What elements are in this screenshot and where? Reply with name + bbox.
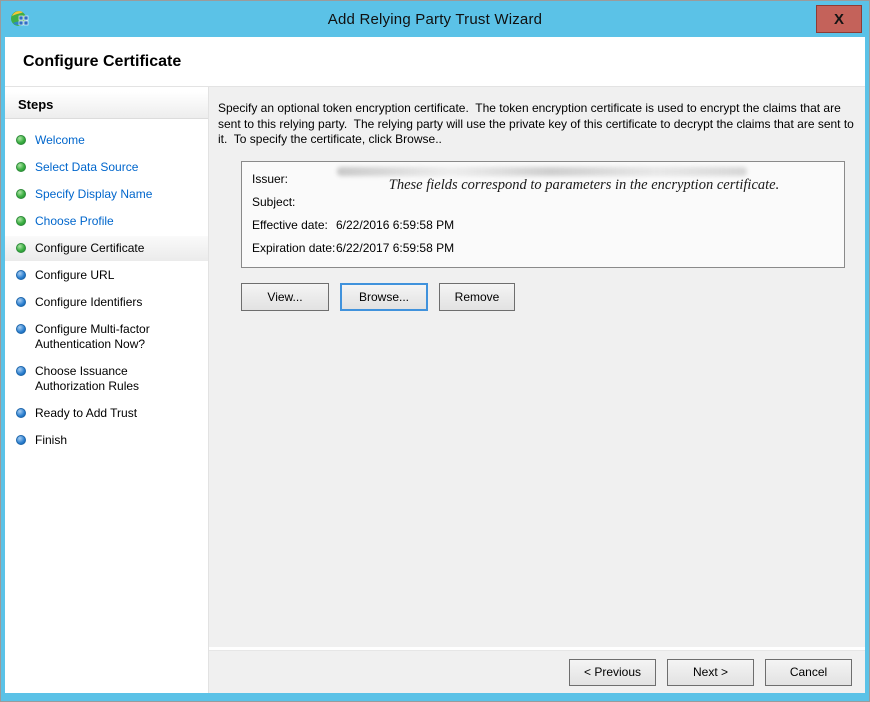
step-label: Configure Multi-factor Authentication No… <box>35 322 190 352</box>
sidebar-item-configure-identifiers: Configure Identifiers <box>5 290 208 315</box>
expiration-date-row: Expiration date: 6/22/2017 6:59:58 PM <box>252 241 834 256</box>
remove-button[interactable]: Remove <box>439 283 515 311</box>
window-title: Add Relying Party Trust Wizard <box>1 1 869 37</box>
step-status-dot <box>16 324 26 334</box>
page-header: Configure Certificate <box>5 37 865 87</box>
step-label: Select Data Source <box>35 160 138 175</box>
step-label: Configure Certificate <box>35 241 144 256</box>
instruction-text: Specify an optional token encryption cer… <box>218 101 857 148</box>
subject-label: Subject: <box>252 195 336 210</box>
wizard-window: Add Relying Party Trust Wizard X Configu… <box>0 0 870 702</box>
wizard-footer: < Previous Next > Cancel <box>209 650 865 693</box>
dialog-frame: Configure Certificate Steps Welcome Sele… <box>5 37 865 693</box>
sidebar-item-configure-mfa: Configure Multi-factor Authentication No… <box>5 317 208 357</box>
step-label: Welcome <box>35 133 85 148</box>
sidebar-item-ready-to-add-trust: Ready to Add Trust <box>5 401 208 426</box>
issuer-label: Issuer: <box>252 172 336 187</box>
previous-button[interactable]: < Previous <box>569 659 656 686</box>
sidebar-item-configure-url: Configure URL <box>5 263 208 288</box>
subject-row: Subject: <box>252 195 834 210</box>
step-label: Ready to Add Trust <box>35 406 137 421</box>
sidebar-item-configure-certificate[interactable]: Configure Certificate <box>5 236 208 261</box>
redacted-issuer-smudge <box>337 167 747 176</box>
steps-sidebar: Steps Welcome Select Data Source Specify… <box>5 87 209 693</box>
step-label: Choose Issuance Authorization Rules <box>35 364 190 394</box>
close-icon: X <box>834 11 844 28</box>
step-status-dot <box>16 189 26 199</box>
certificate-annotation: These fields correspond to parameters in… <box>330 177 838 194</box>
step-status-dot <box>16 435 26 445</box>
step-status-dot <box>16 270 26 280</box>
cancel-button[interactable]: Cancel <box>765 659 852 686</box>
step-label: Specify Display Name <box>35 187 152 202</box>
step-label: Choose Profile <box>35 214 114 229</box>
sidebar-item-select-data-source[interactable]: Select Data Source <box>5 155 208 180</box>
steps-list: Welcome Select Data Source Specify Displ… <box>5 128 208 453</box>
step-label: Configure URL <box>35 268 114 283</box>
steps-heading: Steps <box>5 92 208 119</box>
view-button[interactable]: View... <box>241 283 329 311</box>
step-label: Finish <box>35 433 67 448</box>
sidebar-item-welcome[interactable]: Welcome <box>5 128 208 153</box>
sidebar-item-finish: Finish <box>5 428 208 453</box>
close-button[interactable]: X <box>816 5 862 33</box>
step-label: Configure Identifiers <box>35 295 142 310</box>
step-status-dot <box>16 135 26 145</box>
effective-date-value: 6/22/2016 6:59:58 PM <box>336 218 454 233</box>
sidebar-item-choose-issuance-rules: Choose Issuance Authorization Rules <box>5 359 208 399</box>
browse-button[interactable]: Browse... <box>340 283 428 311</box>
step-status-dot <box>16 216 26 226</box>
effective-date-label: Effective date: <box>252 218 336 233</box>
page-title: Configure Certificate <box>23 53 181 71</box>
step-status-dot <box>16 366 26 376</box>
expiration-date-label: Expiration date: <box>252 241 336 256</box>
sidebar-item-specify-display-name[interactable]: Specify Display Name <box>5 182 208 207</box>
sidebar-item-choose-profile[interactable]: Choose Profile <box>5 209 208 234</box>
certificate-actions: View... Browse... Remove <box>241 283 857 311</box>
expiration-date-value: 6/22/2017 6:59:58 PM <box>336 241 454 256</box>
certificate-details-box: These fields correspond to parameters in… <box>241 161 845 268</box>
step-status-dot <box>16 297 26 307</box>
titlebar[interactable]: Add Relying Party Trust Wizard X <box>1 1 869 37</box>
content-pane: Specify an optional token encryption cer… <box>209 87 865 647</box>
next-button[interactable]: Next > <box>667 659 754 686</box>
step-status-dot <box>16 162 26 172</box>
step-status-dot <box>16 243 26 253</box>
step-status-dot <box>16 408 26 418</box>
effective-date-row: Effective date: 6/22/2016 6:59:58 PM <box>252 218 834 233</box>
